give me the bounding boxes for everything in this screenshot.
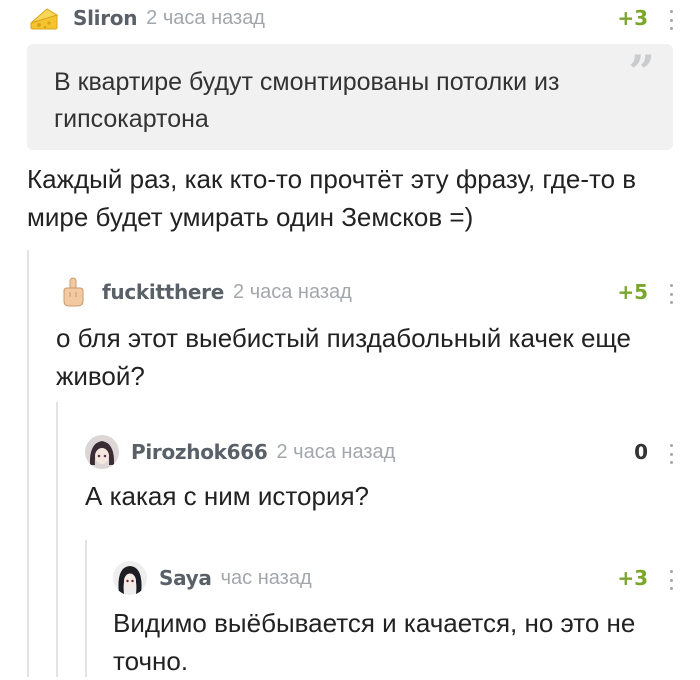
rating: 0 [634, 440, 648, 464]
timestamp[interactable]: 2 часа назад [146, 7, 265, 30]
middle-finger-avatar-icon[interactable] [56, 275, 90, 309]
comment-saya: Saya час назад +3 Видимо выёбывается и к… [0, 560, 700, 677]
username[interactable]: Sliron [73, 6, 137, 30]
rating: +5 [617, 280, 648, 304]
timestamp[interactable]: 2 часа назад [233, 281, 352, 304]
rating: +3 [617, 566, 648, 590]
more-options-icon[interactable] [668, 570, 674, 590]
cheese-avatar-icon[interactable] [27, 1, 61, 35]
comment-text: Каждый раз, как кто-то прочтёт эту фразу… [27, 164, 637, 232]
quote-block: В квартире будут смонтированы потолки из… [27, 44, 673, 150]
username[interactable]: Saya [159, 566, 212, 590]
comment-header: Pirozhok666 2 часа назад [85, 434, 675, 470]
comment-header: Saya час назад [113, 560, 673, 596]
comment-header: fuckitthere 2 часа назад [56, 274, 676, 310]
comment-text: Видимо выёбывается и качается, но это не… [113, 608, 636, 676]
username[interactable]: Pirozhok666 [131, 440, 268, 464]
comment-sliron: Sliron 2 часа назад +3 В квартире будут … [0, 0, 700, 250]
username[interactable]: fuckitthere [102, 280, 224, 304]
more-options-icon[interactable] [668, 444, 674, 464]
more-options-icon[interactable] [668, 284, 674, 304]
timestamp[interactable]: час назад [221, 567, 312, 590]
comment-text: о бля этот выебистый пиздабольный качек … [56, 323, 631, 391]
quote-icon: ” [628, 45, 655, 99]
comment-fuckitthere: fuckitthere 2 часа назад +5 о бля этот в… [0, 274, 700, 402]
more-options-icon[interactable] [668, 10, 674, 30]
timestamp[interactable]: 2 часа назад [277, 441, 396, 464]
rating: +3 [617, 6, 648, 30]
comment-text: А какая с ним история? [85, 481, 370, 511]
quote-text: В квартире будут смонтированы потолки из… [54, 68, 560, 133]
comment-pirozhok666: Pirozhok666 2 часа назад 0 А какая с ним… [0, 434, 700, 540]
comment-header: Sliron 2 часа назад [27, 0, 677, 36]
anime-girl-avatar-icon[interactable] [113, 561, 147, 595]
anime-girl-avatar-icon[interactable] [85, 435, 119, 469]
